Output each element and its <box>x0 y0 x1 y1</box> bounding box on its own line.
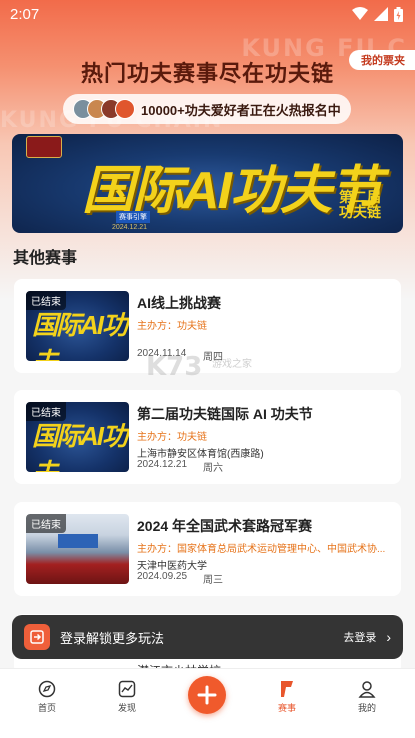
banner-subtitle-line2: 功夫链 <box>339 204 381 221</box>
tab-home[interactable]: 首页 <box>17 679 77 714</box>
event-title: AI线上挑战赛 <box>137 295 221 311</box>
thumbnail-title: 国际AI功夫 <box>32 421 128 472</box>
event-thumbnail: 已结束 <box>26 514 129 584</box>
event-thumbnail: 国际AI功夫 已结束 <box>26 402 129 472</box>
site-watermark: K73 <box>146 352 203 382</box>
banner-subtitle-line1: 第二届 <box>339 189 381 205</box>
tab-label: 赛事 <box>277 703 296 713</box>
add-button[interactable] <box>188 676 226 714</box>
signup-banner: 10000+功夫爱好者正在火热报名中 <box>63 94 351 124</box>
avatar-group <box>73 99 135 119</box>
tab-profile[interactable]: 我的 <box>337 679 397 714</box>
tab-label: 发现 <box>117 703 136 713</box>
home-icon <box>17 679 77 699</box>
status-badge: 已结束 <box>26 514 66 533</box>
chart-icon <box>97 679 157 699</box>
go-login-link[interactable]: 去登录 <box>343 629 376 645</box>
plus-icon <box>197 685 217 705</box>
login-prompt-bar[interactable]: 登录解锁更多玩法 去登录 › <box>12 615 403 659</box>
banner-tag: 赛事引擎 <box>116 211 150 223</box>
event-date: 2024.09.25 <box>137 571 188 582</box>
banner-logo <box>26 136 62 158</box>
banner-date: 2024.12.21 <box>112 224 148 231</box>
featured-event-banner[interactable]: 国际AI功夫节 第二届 功夫链 赛事引擎 2024.12.21 <box>12 134 403 233</box>
event-organizer: 主办方：功夫链 <box>137 321 207 332</box>
status-badge: 已结束 <box>26 402 66 421</box>
avatar <box>115 99 135 119</box>
battery-icon <box>394 6 403 22</box>
event-title: 2024 年全国武术套路冠军赛 <box>137 518 313 534</box>
flag-icon <box>257 679 317 699</box>
thumbnail-title: 国际AI功夫 <box>32 310 128 361</box>
event-card[interactable]: 国际AI功夫 已结束 AI线上挑战赛 主办方：功夫链 2024.11.14 周四 <box>14 279 401 373</box>
banner-subtitle: 第二届 功夫链 <box>339 189 381 221</box>
section-title: 其他赛事 <box>13 250 78 267</box>
event-weekday: 周三 <box>203 575 223 586</box>
event-thumbnail: 国际AI功夫 已结束 <box>26 291 129 361</box>
chevron-right-icon: › <box>386 629 391 645</box>
tab-discover[interactable]: 发现 <box>97 679 157 714</box>
event-organizer: 主办方：国家体育总局武术运动管理中心、中国武术协... <box>137 544 386 555</box>
event-venue: 天津中医药大学 <box>137 561 207 572</box>
status-icons <box>352 6 403 22</box>
tab-events[interactable]: 赛事 <box>257 679 317 714</box>
event-title: 第二届功夫链国际 AI 功夫节 <box>137 406 313 422</box>
login-icon <box>24 624 50 650</box>
signup-text: 10000+功夫爱好者正在火热报名中 <box>141 102 341 118</box>
event-weekday: 周六 <box>203 463 223 474</box>
event-card[interactable]: 国际AI功夫 已结束 第二届功夫链国际 AI 功夫节 主办方：功夫链 上海市静安… <box>14 390 401 484</box>
thumbnail-stage-screen <box>58 534 98 548</box>
status-badge: 已结束 <box>26 291 66 310</box>
event-organizer: 主办方：功夫链 <box>137 432 207 443</box>
user-icon <box>337 679 397 699</box>
event-venue: 上海市静安区体育馆(西康路) <box>137 449 264 460</box>
event-card[interactable]: 已结束 2024 年全国武术套路冠军赛 主办方：国家体育总局武术运动管理中心、中… <box>14 502 401 596</box>
event-date: 2024.12.21 <box>137 459 188 470</box>
tab-label: 我的 <box>357 703 376 713</box>
status-time: 2:07 <box>10 5 40 23</box>
signal-icon <box>374 7 388 21</box>
wifi-icon <box>352 7 368 20</box>
tab-label: 首页 <box>37 703 56 713</box>
status-bar: 2:07 <box>0 0 415 28</box>
login-prompt-text: 登录解锁更多玩法 <box>60 630 165 646</box>
site-watermark-sub: 游戏之家 <box>212 359 252 370</box>
page-title: 热门功夫赛事尽在功夫链 <box>80 61 334 86</box>
